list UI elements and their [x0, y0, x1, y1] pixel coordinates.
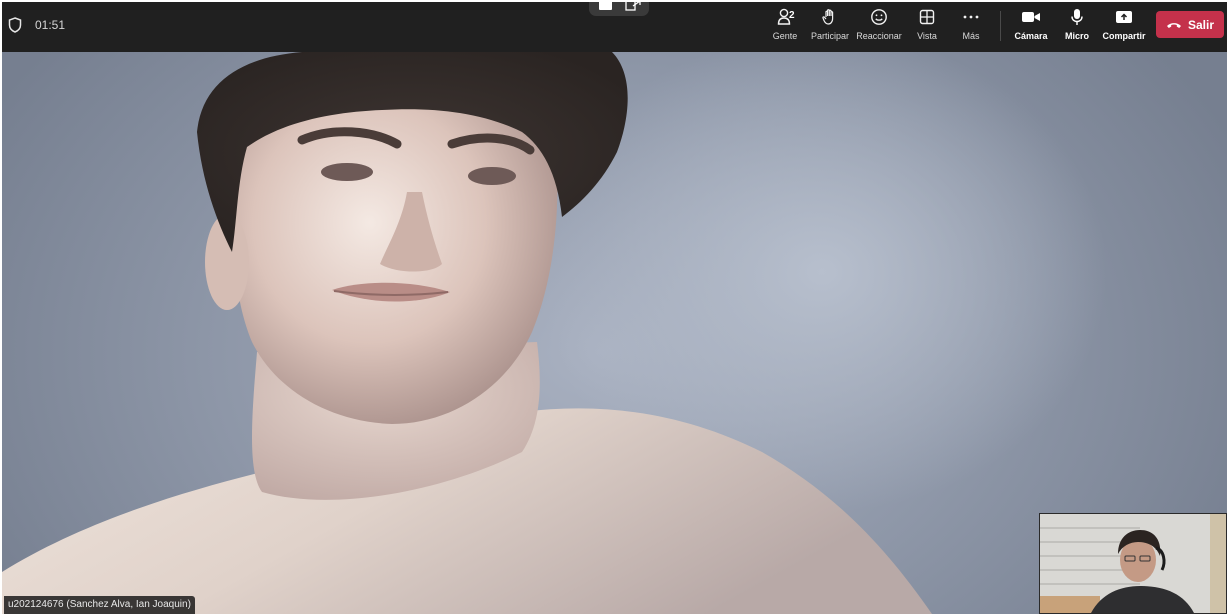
- view-label: Vista: [917, 31, 937, 41]
- raise-hand-button[interactable]: Participar: [810, 7, 850, 47]
- main-video-feed: u202124676 (Sanchez Alva, Ian Joaquin): [2, 52, 1227, 614]
- self-view-video[interactable]: [1039, 513, 1227, 614]
- participant-name-tag: u202124676 (Sanchez Alva, Ian Joaquin): [4, 596, 195, 614]
- share-button[interactable]: Compartir: [1102, 7, 1146, 47]
- leave-button[interactable]: Salir: [1156, 11, 1224, 38]
- camera-label: Cámara: [1014, 31, 1048, 41]
- view-grid-icon: [919, 9, 935, 25]
- react-label: Reaccionar: [856, 31, 902, 41]
- window-icon[interactable]: [598, 2, 613, 11]
- shield-icon: [8, 17, 22, 33]
- self-video: [1040, 514, 1226, 613]
- meeting-toolbar: 01:51 2 Gente Participar Reaccionar Vist…: [2, 2, 1227, 52]
- pop-out-icon[interactable]: [625, 2, 641, 12]
- camera-icon: [1022, 12, 1040, 22]
- share-label: Compartir: [1102, 31, 1146, 41]
- react-button[interactable]: Reaccionar: [856, 7, 902, 47]
- more-label: Más: [962, 31, 980, 41]
- microphone-label: Micro: [1064, 31, 1089, 41]
- people-count: 2: [789, 10, 795, 21]
- microphone-button[interactable]: Micro: [1063, 7, 1091, 47]
- raise-hand-icon: [822, 9, 834, 25]
- toolbar-divider: [1000, 11, 1001, 41]
- camera-button[interactable]: Cámara: [1014, 7, 1048, 47]
- share-screen-icon: [1116, 10, 1132, 23]
- smiley-icon: [871, 9, 887, 25]
- leave-label: Salir: [1187, 17, 1214, 32]
- raise-hand-label: Participar: [810, 31, 849, 41]
- people-label: Gente: [772, 31, 798, 41]
- teams-meeting-window: 01:51 2 Gente Participar Reaccionar Vist…: [2, 2, 1227, 614]
- meeting-timer: 01:51: [35, 18, 66, 32]
- presenter-controls-pill[interactable]: [589, 2, 649, 16]
- ellipsis-icon: [963, 15, 979, 19]
- microphone-icon: [1071, 9, 1083, 25]
- more-button[interactable]: Más: [959, 7, 983, 47]
- hang-up-icon: [1166, 22, 1181, 28]
- view-button[interactable]: Vista: [914, 7, 940, 47]
- people-button[interactable]: 2 Gente: [768, 7, 802, 47]
